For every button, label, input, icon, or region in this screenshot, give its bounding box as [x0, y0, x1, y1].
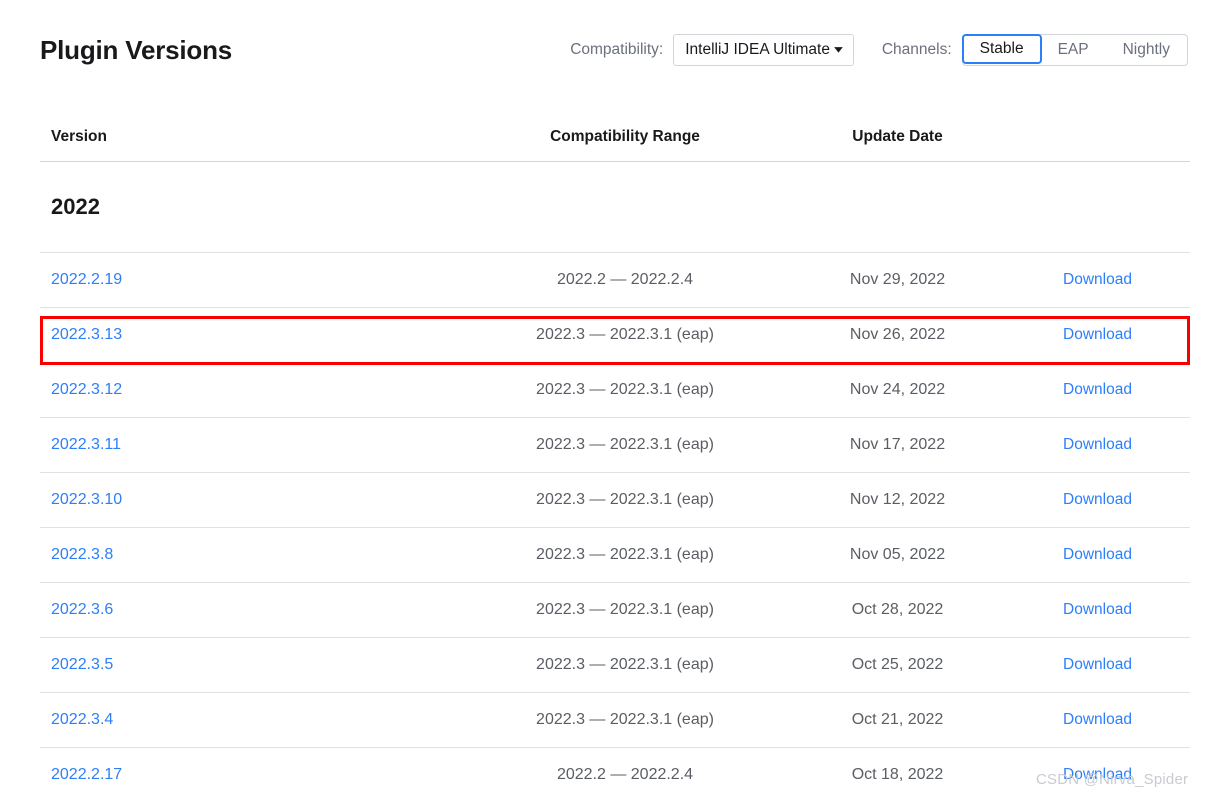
version-link[interactable]: 2022.3.13: [51, 326, 122, 343]
version-cell: 2022.3.4: [40, 711, 460, 729]
channel-tab-stable[interactable]: Stable: [961, 34, 1042, 64]
update-date-cell: Nov 26, 2022: [849, 326, 946, 343]
update-date-cell: Oct 18, 2022: [851, 766, 944, 783]
year-group-label: 2022: [51, 194, 100, 219]
table-row: 2022.3.13 2022.3 — 2022.3.1 (eap) Nov 26, …: [40, 307, 1190, 362]
version-link[interactable]: 2022.2.17: [51, 766, 122, 783]
table-row: 2022.2.19 2022.2 — 2022.2.4 Nov 29, 2022 Do…: [40, 252, 1190, 307]
table-row: 2022.3.5 2022.3 — 2022.3.1 (eap) Oct 25, 2…: [40, 637, 1190, 692]
download-cell: Download: [1005, 381, 1190, 399]
compatibility-range-cell: 2022.3 — 2022.3.1 (eap): [536, 491, 714, 508]
update-date-cell: Oct 21, 2022: [851, 711, 944, 728]
update-date-cell: Oct 28, 2022: [851, 601, 944, 618]
table-header-row: Version Compatibility Range Update Date: [40, 113, 1190, 162]
table-row: 2022.3.12 2022.3 — 2022.3.1 (eap) Nov 24, …: [40, 362, 1190, 417]
table-row: 2022.3.10 2022.3 — 2022.3.1 (eap) Nov 12, …: [40, 472, 1190, 527]
plugin-versions-page: Plugin Versions Compatibility: IntelliJ …: [0, 0, 1207, 798]
version-cell: 2022.2.17: [40, 766, 460, 784]
download-link[interactable]: Download: [1063, 491, 1132, 508]
version-cell: 2022.3.8: [40, 546, 460, 564]
table-row: 2022.3.6 2022.3 — 2022.3.1 (eap) Oct 28, 2…: [40, 582, 1190, 637]
download-cell: Download: [1005, 326, 1190, 344]
column-header-update-date: Update Date: [852, 128, 943, 145]
compatibility-range-cell: 2022.3 — 2022.3.1 (eap): [536, 326, 714, 343]
compatibility-range-cell: 2022.3 — 2022.3.1 (eap): [536, 436, 714, 453]
channel-tab-nightly[interactable]: Nightly: [1106, 35, 1187, 65]
version-link[interactable]: 2022.3.5: [51, 656, 113, 673]
version-link[interactable]: 2022.3.12: [51, 381, 122, 398]
version-cell: 2022.2.19: [40, 271, 460, 289]
download-link[interactable]: Download: [1063, 546, 1132, 563]
update-date-cell: Nov 24, 2022: [849, 381, 946, 398]
version-link[interactable]: 2022.2.19: [51, 271, 122, 288]
channel-tab-eap[interactable]: EAP: [1041, 35, 1106, 65]
column-header-version: Version: [51, 128, 107, 145]
download-link[interactable]: Download: [1063, 601, 1132, 618]
compatibility-range-cell: 2022.3 — 2022.3.1 (eap): [536, 656, 714, 673]
download-link[interactable]: Download: [1063, 381, 1132, 398]
download-link[interactable]: Download: [1063, 711, 1132, 728]
year-group-heading: 2022: [40, 162, 1190, 252]
compatibility-range-cell: 2022.2 — 2022.2.4: [556, 271, 694, 288]
compatibility-range-cell: 2022.3 — 2022.3.1 (eap): [536, 711, 714, 728]
table-body: 2022.2.19 2022.2 — 2022.2.4 Nov 29, 2022 Do…: [40, 252, 1190, 802]
download-cell: Download: [1005, 711, 1190, 729]
compatibility-range-cell: 2022.2 — 2022.2.4: [556, 766, 694, 783]
download-cell: Download: [1005, 546, 1190, 564]
compatibility-select-value: IntelliJ IDEA Ultimate: [685, 41, 830, 58]
version-link[interactable]: 2022.3.4: [51, 711, 113, 728]
version-link[interactable]: 2022.3.11: [51, 436, 121, 453]
version-cell: 2022.3.6: [40, 601, 460, 619]
plugin-versions-table: Version Compatibility Range Update Date …: [40, 113, 1190, 802]
update-date-cell: Nov 17, 2022: [849, 436, 946, 453]
table-row: 2022.3.4 2022.3 — 2022.3.1 (eap) Oct 21, 2…: [40, 692, 1190, 747]
download-link[interactable]: Download: [1063, 326, 1132, 343]
download-cell: Download: [1005, 656, 1190, 674]
download-cell: Download: [1005, 271, 1190, 289]
download-cell: Download: [1005, 436, 1190, 454]
download-link[interactable]: Download: [1063, 436, 1132, 453]
compatibility-range-cell: 2022.3 — 2022.3.1 (eap): [536, 381, 714, 398]
header-controls: Compatibility: IntelliJ IDEA Ultimate ▼ …: [570, 33, 1188, 67]
update-date-cell: Nov 05, 2022: [849, 546, 946, 563]
download-cell: Download: [1005, 601, 1190, 619]
chevron-down-icon: ▼: [831, 44, 846, 55]
version-cell: 2022.3.11: [40, 436, 460, 454]
update-date-cell: Oct 25, 2022: [851, 656, 944, 673]
download-cell: Download: [1005, 491, 1190, 509]
download-cell: Download: [1005, 766, 1190, 784]
download-link[interactable]: Download: [1063, 766, 1132, 783]
compatibility-range-cell: 2022.3 — 2022.3.1 (eap): [536, 601, 714, 618]
update-date-cell: Nov 29, 2022: [849, 271, 946, 288]
table-row: 2022.3.11 2022.3 — 2022.3.1 (eap) Nov 17, …: [40, 417, 1190, 472]
version-cell: 2022.3.5: [40, 656, 460, 674]
version-cell: 2022.3.13: [40, 326, 460, 344]
column-header-compatibility-range: Compatibility Range: [550, 128, 700, 145]
download-link[interactable]: Download: [1063, 656, 1132, 673]
update-date-cell: Nov 12, 2022: [849, 491, 946, 508]
version-cell: 2022.3.12: [40, 381, 460, 399]
channels-label: Channels:: [881, 41, 952, 58]
compatibility-label: Compatibility:: [570, 41, 664, 58]
compatibility-range-cell: 2022.3 — 2022.3.1 (eap): [536, 546, 714, 563]
page-header: Plugin Versions Compatibility: IntelliJ …: [0, 0, 1207, 100]
table-row: 2022.2.17 2022.2 — 2022.2.4 Oct 18, 2022 Do…: [40, 747, 1190, 802]
channels-segmented-control: Stable EAP Nightly: [961, 34, 1188, 66]
download-link[interactable]: Download: [1063, 271, 1132, 288]
compatibility-select[interactable]: IntelliJ IDEA Ultimate ▼: [673, 34, 854, 66]
version-link[interactable]: 2022.3.8: [51, 546, 113, 563]
page-title: Plugin Versions: [40, 35, 233, 65]
version-link[interactable]: 2022.3.6: [51, 601, 113, 618]
version-link[interactable]: 2022.3.10: [51, 491, 122, 508]
version-cell: 2022.3.10: [40, 491, 460, 509]
table-row: 2022.3.8 2022.3 — 2022.3.1 (eap) Nov 05, 2…: [40, 527, 1190, 582]
